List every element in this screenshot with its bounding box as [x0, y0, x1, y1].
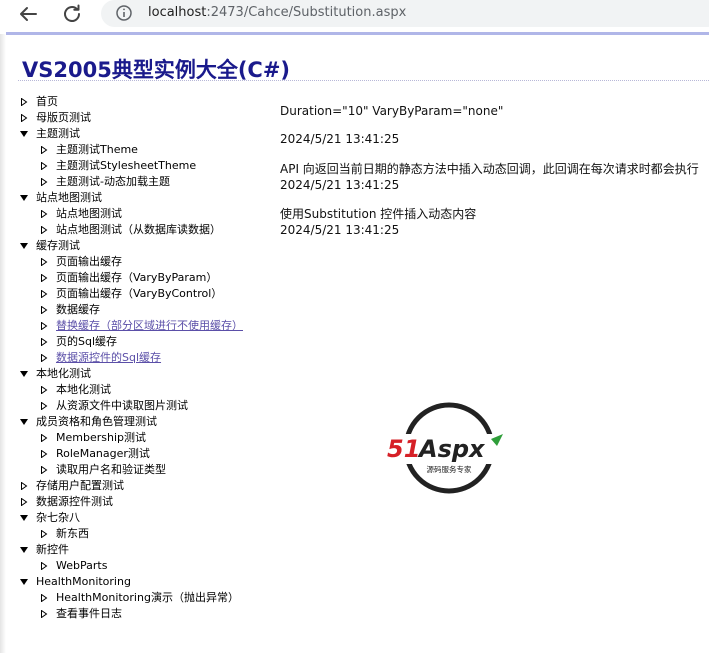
info-icon[interactable]	[115, 4, 133, 22]
collapsed-triangle-icon[interactable]	[40, 450, 48, 458]
url-text[interactable]: localhost:2473/Cahce/Substitution.aspx	[148, 5, 406, 20]
reload-button[interactable]	[60, 2, 84, 26]
content-text: 使用Substitution 控件插入动态内容	[280, 207, 477, 221]
tree-node-label: 页的Sql缓存	[56, 335, 118, 348]
tree-node-label: 页面输出缓存（VaryByControl）	[56, 287, 223, 300]
timestamp-text: 2024/5/21 13:41:25	[280, 132, 400, 146]
tree-node-label: 站点地图测试	[36, 191, 102, 204]
collapsed-triangle-icon[interactable]	[40, 226, 48, 234]
content-text: Duration="10" VaryByParam="none"	[280, 104, 504, 118]
collapsed-triangle-icon[interactable]	[40, 338, 48, 346]
tree-node-label: 数据缓存	[56, 303, 100, 316]
collapsed-triangle-icon[interactable]	[40, 290, 48, 298]
expanded-triangle-icon[interactable]	[20, 578, 28, 586]
collapsed-triangle-icon[interactable]	[40, 210, 48, 218]
tree-node-label: 站点地图测试	[56, 207, 122, 220]
collapsed-triangle-icon[interactable]	[40, 258, 48, 266]
collapsed-triangle-icon[interactable]	[20, 498, 28, 506]
collapsed-triangle-icon[interactable]	[40, 434, 48, 442]
collapsed-triangle-icon[interactable]	[40, 178, 48, 186]
collapsed-triangle-icon[interactable]	[40, 402, 48, 410]
tree-node-label[interactable]: 数据源控件的Sql缓存	[56, 350, 161, 366]
url-host: localhost	[148, 5, 207, 20]
collapsed-triangle-icon[interactable]	[40, 306, 48, 314]
tree-node-label: HealthMonitoring演示（抛出异常）	[56, 591, 239, 604]
reload-icon	[64, 4, 80, 22]
collapsed-triangle-icon[interactable]	[40, 466, 48, 474]
tree-node-label: 本地化测试	[56, 383, 111, 396]
logo-tagline: 源码服务专家	[427, 464, 472, 474]
logo-number: 51	[387, 435, 420, 463]
expanded-triangle-icon[interactable]	[20, 514, 28, 522]
expanded-triangle-icon[interactable]	[20, 418, 28, 426]
logo-51aspx: 51 Aspx 源码服务专家	[387, 402, 511, 494]
tree-node-label: 新控件	[36, 543, 69, 556]
expanded-triangle-icon[interactable]	[20, 242, 28, 250]
collapsed-triangle-icon[interactable]	[40, 162, 48, 170]
collapsed-triangle-icon[interactable]	[40, 530, 48, 538]
url-path: :2473/Cahce/Substitution.aspx	[206, 5, 407, 20]
tree-node-label[interactable]: 替换缓存（部分区域进行不使用缓存）	[56, 318, 243, 334]
tree-node-label: 读取用户名和验证类型	[56, 463, 166, 476]
tree-node-label: 页面输出缓存（VaryByParam）	[56, 271, 218, 284]
expanded-triangle-icon[interactable]	[20, 130, 28, 138]
collapsed-triangle-icon[interactable]	[20, 482, 28, 490]
tree-node-label: 杂七杂八	[36, 511, 80, 524]
collapsed-triangle-icon[interactable]	[20, 114, 28, 122]
tree-node-label: 首页	[36, 95, 58, 108]
content-text: API 向返回当前日期的静态方法中插入动态回调，此回调在每次请求时都会执行	[280, 162, 699, 176]
expanded-triangle-icon[interactable]	[20, 194, 28, 202]
top-border	[6, 32, 709, 35]
left-shadow	[0, 34, 6, 653]
collapsed-triangle-icon[interactable]	[40, 322, 48, 330]
expanded-triangle-icon[interactable]	[20, 546, 28, 554]
tree-node-label: WebParts	[56, 559, 108, 572]
back-button[interactable]	[16, 2, 40, 26]
browser-toolbar: localhost:2473/Cahce/Substitution.aspx	[0, 0, 709, 28]
tree-node-label: 站点地图测试（从数据库读数据）	[56, 223, 221, 236]
back-arrow-icon	[20, 7, 37, 21]
collapsed-triangle-icon[interactable]	[40, 610, 48, 618]
tree-node-label: RoleManager测试	[56, 447, 150, 460]
collapsed-triangle-icon[interactable]	[40, 386, 48, 394]
tree-node-label: 查看事件日志	[56, 607, 122, 620]
tree-node-label: 主题测试Theme	[56, 143, 138, 156]
tree-node-label: 从资源文件中读取图片测试	[56, 399, 188, 412]
page-content: VS2005典型实例大全(C#) 首页 母版页测试 主题测试 主题测试Theme 主题测…	[0, 30, 709, 653]
collapsed-triangle-icon[interactable]	[40, 354, 48, 362]
tree-node-label: 主题测试-动态加载主题	[56, 175, 170, 188]
tree-node-label: 存储用户配置测试	[36, 479, 124, 492]
tree-node-label: 页面输出缓存	[56, 255, 122, 268]
expanded-triangle-icon[interactable]	[20, 370, 28, 378]
tree-node-label: 缓存测试	[36, 239, 80, 252]
tree-node-label: HealthMonitoring	[36, 575, 131, 588]
tree-node-label: Membership测试	[56, 431, 146, 444]
tree-node-label: 本地化测试	[36, 367, 91, 380]
timestamp-text: 2024/5/21 13:41:25	[280, 223, 400, 237]
collapsed-triangle-icon[interactable]	[40, 594, 48, 602]
tree-node-label: 主题测试StylesheetTheme	[56, 159, 197, 172]
timestamp-text: 2024/5/21 13:41:25	[280, 178, 400, 192]
tree-node-label: 母版页测试	[36, 111, 91, 124]
collapsed-triangle-icon[interactable]	[40, 274, 48, 282]
logo-name: Aspx	[417, 435, 486, 463]
tree-node-label: 成员资格和角色管理测试	[36, 415, 157, 428]
collapsed-triangle-icon[interactable]	[40, 562, 48, 570]
tree-node-label: 主题测试	[36, 127, 80, 140]
title-divider	[18, 80, 709, 81]
collapsed-triangle-icon[interactable]	[40, 146, 48, 154]
collapsed-triangle-icon[interactable]	[20, 98, 28, 106]
tree-node-label: 新东西	[56, 527, 89, 540]
address-bar[interactable]: localhost:2473/Cahce/Substitution.aspx	[101, 0, 709, 27]
tree-node-label: 数据源控件测试	[36, 495, 113, 508]
